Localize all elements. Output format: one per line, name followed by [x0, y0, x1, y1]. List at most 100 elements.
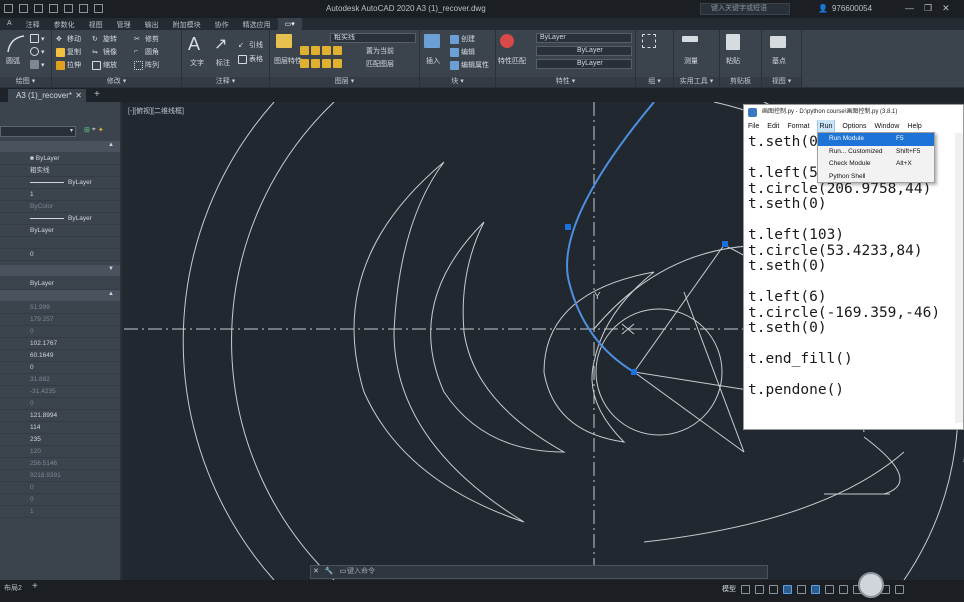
- close-button[interactable]: ✕: [942, 3, 950, 14]
- layer-off-icon[interactable]: [300, 46, 309, 55]
- 3d-section-header[interactable]: ▼: [0, 265, 120, 276]
- line-button[interactable]: ▾: [30, 34, 45, 43]
- groups-panel-title[interactable]: 组 ▾: [636, 77, 673, 87]
- close-command-icon[interactable]: ✕: [313, 566, 319, 578]
- minimize-button[interactable]: —: [905, 3, 914, 14]
- geometry-row[interactable]: -31.4235: [0, 386, 120, 398]
- add-layout-button[interactable]: +: [32, 581, 38, 592]
- menu-file[interactable]: File: [748, 120, 759, 133]
- quick-select-icon[interactable]: ✦: [98, 126, 104, 134]
- geometry-row[interactable]: 0: [0, 362, 120, 374]
- linetype-dropdown[interactable]: ByLayer: [536, 46, 632, 56]
- mirror-button[interactable]: ⇋ 镜像: [92, 47, 117, 57]
- stretch-button[interactable]: 拉伸: [56, 60, 81, 70]
- command-history-icon[interactable]: ▭: [340, 566, 347, 578]
- isodraft-icon[interactable]: [797, 584, 806, 594]
- paste-button[interactable]: 粘贴: [726, 56, 740, 66]
- layer-thaw-icon[interactable]: [311, 59, 320, 68]
- maximize-button[interactable]: ❐: [924, 3, 932, 14]
- copy-button[interactable]: 复制: [56, 47, 81, 57]
- leader-button[interactable]: ↙ 引线: [238, 40, 263, 50]
- create-block-button[interactable]: 创建: [450, 34, 475, 44]
- match-layer-button[interactable]: 匹配图层: [366, 59, 394, 69]
- tab-parametric[interactable]: 参数化: [47, 18, 82, 30]
- match-properties-button[interactable]: 特性匹配: [498, 56, 526, 66]
- general-row[interactable]: ByLayer: [0, 177, 120, 189]
- fillet-button[interactable]: ⌐ 圆角: [134, 47, 159, 57]
- save-icon[interactable]: [34, 4, 43, 13]
- toggle-pickadd-icon[interactable]: ⊞: [84, 126, 90, 134]
- insert-button[interactable]: 插入: [426, 56, 440, 66]
- measure-icon[interactable]: [682, 36, 698, 42]
- menu-format[interactable]: Format: [787, 120, 809, 133]
- tab-annotate[interactable]: 注释: [19, 18, 47, 30]
- general-row[interactable]: 粗实线: [0, 165, 120, 177]
- object-type-dropdown[interactable]: ▾: [0, 126, 76, 137]
- command-line[interactable]: ✕ 🔧 ▭ 键入命令: [310, 565, 768, 579]
- general-row[interactable]: ByLayer: [0, 213, 120, 225]
- insert-block-icon[interactable]: [424, 34, 440, 48]
- circle-button[interactable]: ▾: [30, 47, 45, 56]
- help-search-input[interactable]: 键入关键字或短语: [700, 3, 790, 15]
- polyline-icon[interactable]: [6, 34, 26, 54]
- polar-icon[interactable]: [783, 584, 792, 594]
- geometry-row[interactable]: 114: [0, 422, 120, 434]
- run-menu-item[interactable]: Run... Customized Shift+F5: [818, 146, 934, 159]
- block-panel-title[interactable]: 块 ▾: [420, 77, 495, 87]
- hatch-button[interactable]: ▾: [30, 60, 45, 69]
- tab-addins[interactable]: 附加模块: [166, 18, 208, 30]
- run-menu-item[interactable]: Python Shell: [818, 171, 934, 184]
- lineweight-dropdown[interactable]: ByLayer: [536, 59, 632, 69]
- editor-scrollbar[interactable]: [955, 133, 963, 423]
- new-file-icon[interactable]: [4, 4, 13, 13]
- lineweight-icon[interactable]: [825, 584, 834, 594]
- text-icon[interactable]: A: [188, 34, 200, 55]
- tab-manage[interactable]: 管理: [110, 18, 138, 30]
- menu-edit[interactable]: Edit: [767, 120, 779, 133]
- model-space-label[interactable]: 模型: [722, 584, 736, 594]
- layer-lock-icon[interactable]: [333, 46, 342, 55]
- tab-collaborate[interactable]: 协作: [208, 18, 236, 30]
- user-account[interactable]: 👤 976600054: [818, 4, 872, 13]
- utilities-panel-title[interactable]: 实用工具 ▾: [674, 77, 719, 87]
- geometry-row[interactable]: 179.257: [0, 314, 120, 326]
- layer-unlock-icon[interactable]: [322, 59, 331, 68]
- redo-icon[interactable]: [94, 4, 103, 13]
- new-tab-button[interactable]: +: [94, 89, 100, 100]
- save-as-icon[interactable]: [49, 4, 58, 13]
- layer-isolate-icon[interactable]: [311, 46, 320, 55]
- layout-tab[interactable]: 布局2: [4, 583, 22, 593]
- ortho-icon[interactable]: [769, 584, 778, 594]
- table-button[interactable]: 表格: [238, 54, 263, 64]
- geometry-row[interactable]: 0: [0, 494, 120, 506]
- tab-view[interactable]: 视图: [82, 18, 110, 30]
- clipboard-panel-title[interactable]: 剪贴板: [720, 77, 761, 87]
- close-tab-icon[interactable]: ✕: [75, 89, 82, 102]
- geometry-row[interactable]: 256.5146: [0, 458, 120, 470]
- measure-button[interactable]: 测量: [684, 56, 698, 66]
- customize-icon[interactable]: 🔧: [325, 566, 334, 578]
- geometry-row[interactable]: 31.882: [0, 374, 120, 386]
- tab-featured-apps[interactable]: 精选应用: [236, 18, 278, 30]
- layer-walk-icon[interactable]: [333, 59, 342, 68]
- dimension-icon[interactable]: ↗: [214, 34, 227, 54]
- dimension-button[interactable]: 标注: [216, 58, 230, 68]
- group-button[interactable]: [642, 34, 656, 48]
- modify-panel-title[interactable]: 修改 ▾: [52, 77, 181, 87]
- match-properties-icon[interactable]: [500, 34, 514, 48]
- text-button[interactable]: 文字: [190, 58, 204, 68]
- print-icon[interactable]: [64, 4, 73, 13]
- general-row[interactable]: 1: [0, 189, 120, 201]
- trim-button[interactable]: ✂ 修剪: [134, 34, 159, 44]
- customize-statusbar-icon[interactable]: [895, 584, 904, 594]
- make-current-button[interactable]: 置为当前: [366, 46, 394, 56]
- grid-icon[interactable]: [741, 584, 750, 594]
- object-snap-icon[interactable]: [811, 584, 820, 594]
- select-objects-icon[interactable]: ⌖: [92, 126, 96, 134]
- grip-start[interactable]: [565, 224, 571, 230]
- layer-properties-button[interactable]: 图层特性: [274, 56, 302, 66]
- tab-more[interactable]: ▭▾: [277, 18, 302, 30]
- document-tab[interactable]: A3 (1)_recover* ✕: [8, 89, 86, 102]
- view-panel-title[interactable]: 视图 ▾: [762, 77, 801, 87]
- general-row[interactable]: ■ ByLayer: [0, 153, 120, 165]
